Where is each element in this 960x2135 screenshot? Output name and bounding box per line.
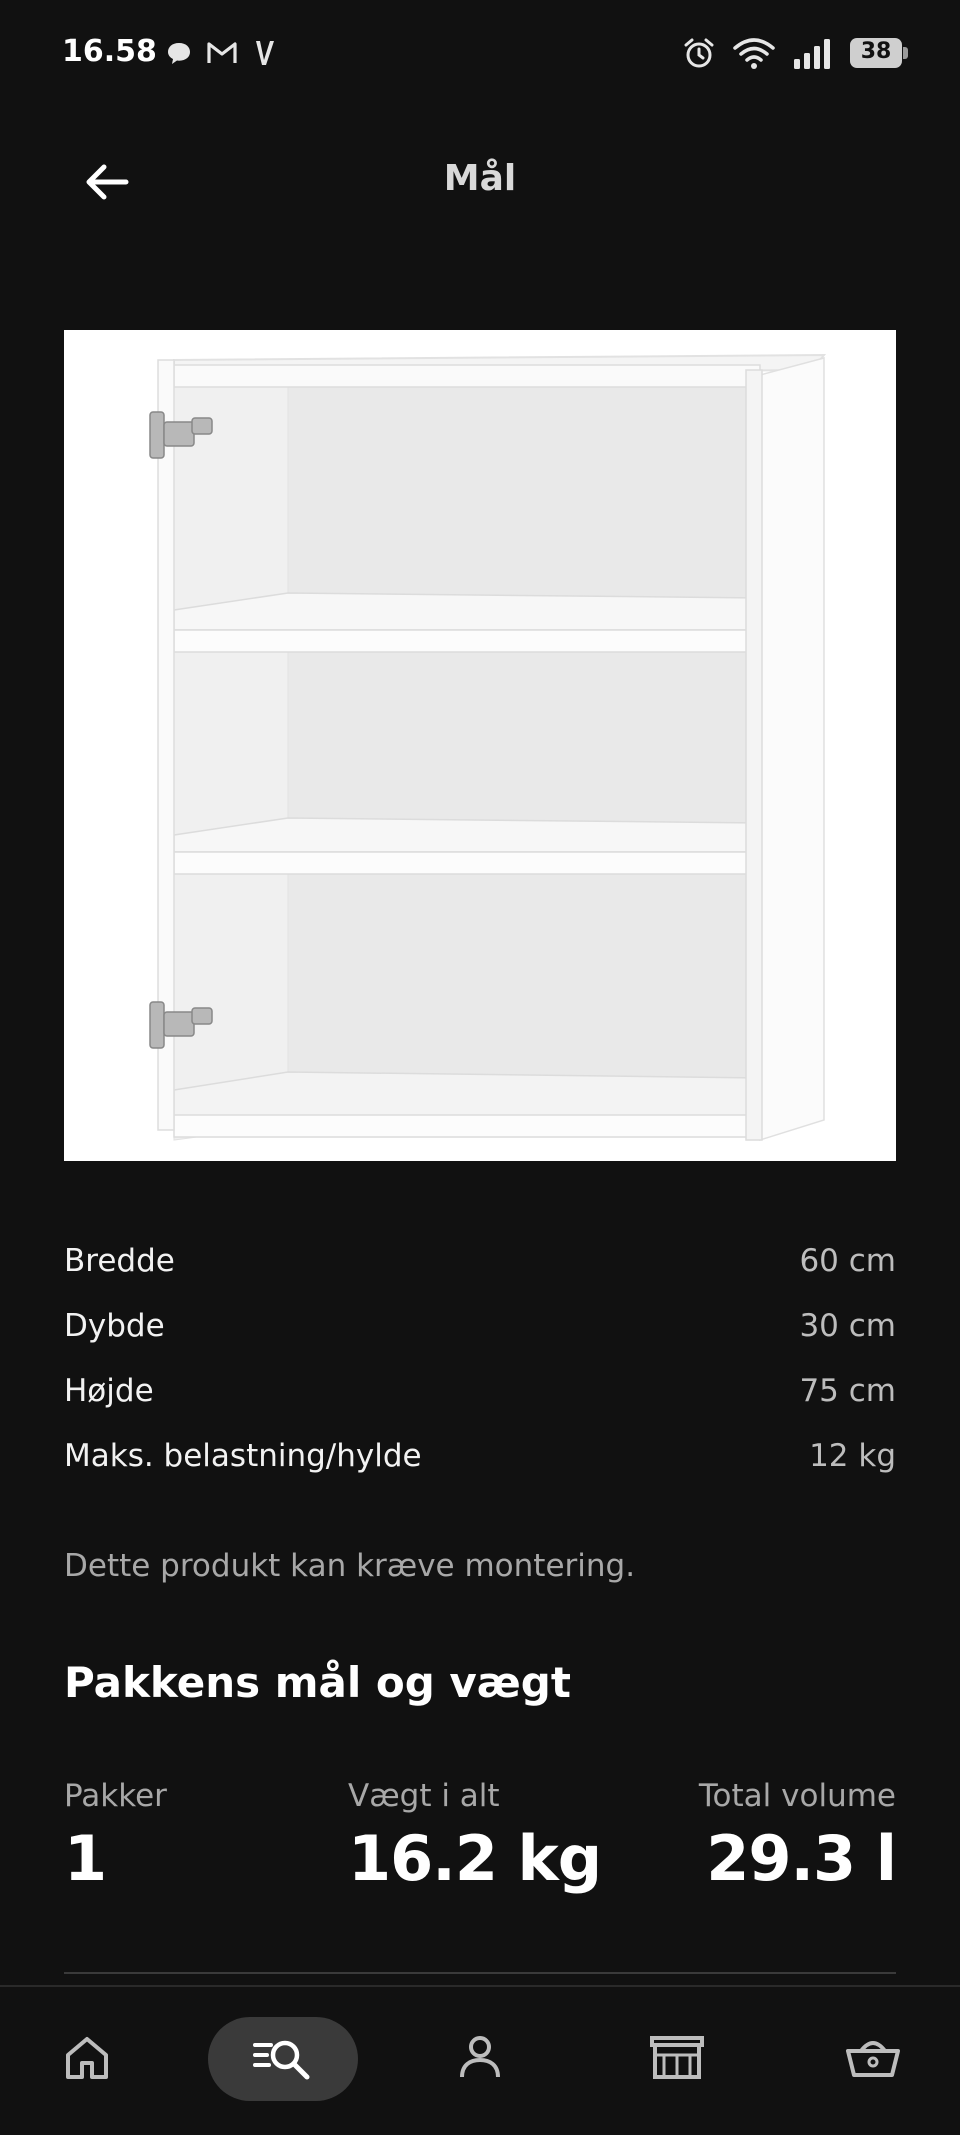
wall-cabinet-illustration <box>149 353 827 1142</box>
nav-store[interactable] <box>632 2017 722 2097</box>
package-volume: Total volume 29.3 l <box>698 1778 897 1895</box>
chat-bubble-icon <box>168 43 190 64</box>
dimension-value: 60 cm <box>799 1242 896 1279</box>
package-weight-label: Vægt i alt <box>348 1778 500 1814</box>
dimension-value: 12 kg <box>809 1437 896 1474</box>
notification-icons <box>166 38 278 68</box>
package-volume-value: 29.3 l <box>706 1822 897 1895</box>
package-weight-value: 16.2 kg <box>348 1822 602 1895</box>
divider <box>64 1972 896 1974</box>
dimension-value: 30 cm <box>799 1307 896 1344</box>
dimension-row-height: Højde 75 cm <box>64 1358 896 1423</box>
bottom-navigation <box>0 1985 960 2135</box>
assembly-note: Dette produkt kan kræve montering. <box>64 1548 636 1584</box>
product-image <box>64 330 896 1161</box>
package-volume-label: Total volume <box>698 1778 896 1814</box>
nav-basket[interactable] <box>828 2017 918 2097</box>
dimension-label: Maks. belastning/hylde <box>64 1437 422 1474</box>
package-info: Pakker 1 Vægt i alt 16.2 kg Total volume… <box>64 1778 897 1908</box>
dimension-label: Bredde <box>64 1242 175 1279</box>
store-icon <box>650 2036 704 2079</box>
nav-home[interactable] <box>42 2017 132 2097</box>
alarm-icon <box>684 38 714 68</box>
search-icon <box>253 2040 310 2080</box>
dimension-label: Dybde <box>64 1307 165 1344</box>
dimensions-list: Bredde 60 cm Dybde 30 cm Højde 75 cm Mak… <box>64 1228 896 1488</box>
package-weight: Vægt i alt 16.2 kg <box>348 1778 602 1895</box>
nav-search[interactable] <box>208 2017 358 2101</box>
signal-icon <box>794 39 830 69</box>
home-icon <box>66 2037 108 2079</box>
gmail-icon <box>207 42 237 63</box>
basket-icon <box>846 2041 900 2077</box>
dimension-value: 75 cm <box>799 1372 896 1409</box>
package-section-title: Pakkens mål og vægt <box>64 1658 571 1707</box>
dimension-row-width: Bredde 60 cm <box>64 1228 896 1293</box>
dimension-row-depth: Dybde 30 cm <box>64 1293 896 1358</box>
package-count-label: Pakker <box>64 1778 167 1814</box>
package-count-value: 1 <box>64 1822 107 1895</box>
package-count: Pakker 1 <box>64 1778 167 1895</box>
v-app-icon <box>256 41 274 65</box>
wifi-icon <box>733 38 775 69</box>
system-icons: 38 <box>682 36 908 70</box>
dimension-row-max-load: Maks. belastning/hylde 12 kg <box>64 1423 896 1488</box>
nav-profile[interactable] <box>435 2017 525 2097</box>
status-time: 16.58 <box>62 34 157 69</box>
battery-level: 38 <box>860 39 892 64</box>
status-bar: 16.58 38 <box>0 0 960 110</box>
dimension-label: Højde <box>64 1372 154 1409</box>
profile-icon <box>460 2036 500 2078</box>
page-title: Mål <box>443 158 517 199</box>
battery-icon: 38 <box>850 38 908 68</box>
